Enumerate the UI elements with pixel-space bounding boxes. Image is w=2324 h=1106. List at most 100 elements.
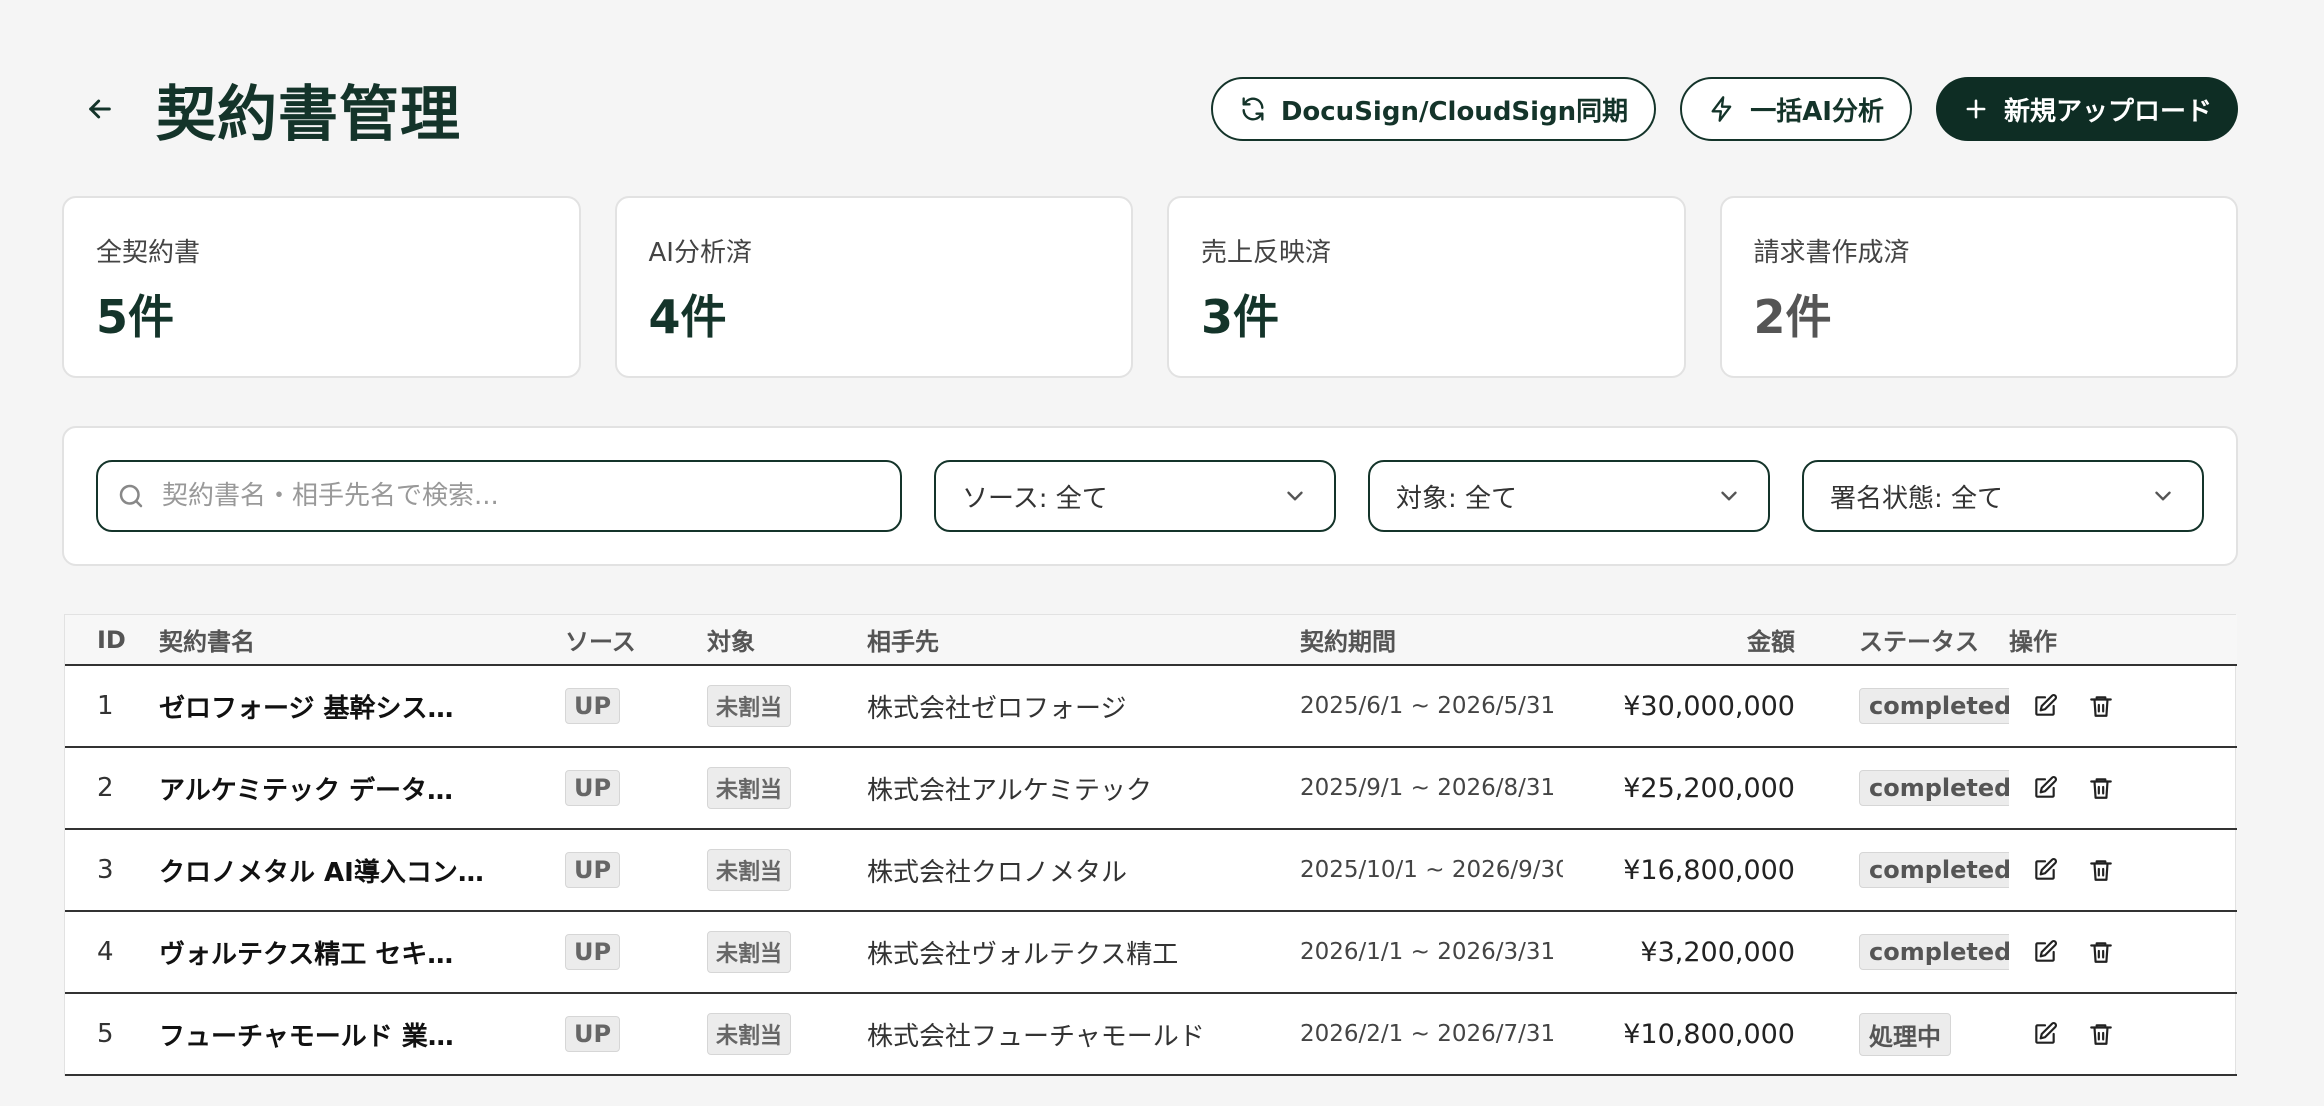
stat-label: 売上反映済 [1201, 238, 1332, 268]
signature-filter-select[interactable]: 署名状態: 全て [1802, 460, 2204, 532]
page-title: 契約書管理 [156, 79, 461, 150]
status-badge: completed [1859, 934, 2009, 970]
row-source: UP [565, 747, 707, 830]
stats-row: 全契約書 5件 AI分析済 4件 売上反映済 3件 請求書作成済 2件 [62, 196, 2238, 378]
column-header-id[interactable]: ID [65, 615, 159, 666]
edit-icon [2035, 940, 2057, 962]
target-filter-select[interactable]: 対象: 全て [1368, 460, 1770, 532]
row-status: 処理中 [1795, 993, 2009, 1076]
stat-value: 4件 [648, 290, 727, 344]
column-header-amount[interactable]: 金額 [1563, 615, 1795, 666]
source-badge: UP [565, 1016, 621, 1052]
row-id: 2 [65, 747, 159, 830]
plus-icon [1966, 99, 1986, 119]
back-button[interactable] [64, 73, 136, 145]
row-party: 株式会社ゼロフォージ [867, 665, 1300, 748]
row-contract-name[interactable]: フューチャモールド 業… [159, 993, 565, 1076]
column-header-source[interactable]: ソース [565, 615, 707, 666]
row-contract-name[interactable]: ゼロフォージ 基幹シス… [159, 665, 565, 748]
row-amount: ¥10,800,000 [1563, 993, 1795, 1076]
stat-label: 全契約書 [96, 238, 201, 268]
row-party: 株式会社クロノメタル [867, 829, 1300, 912]
edit-button[interactable] [2029, 1018, 2061, 1050]
source-badge: UP [565, 770, 621, 806]
sync-button[interactable]: DocuSign/CloudSign同期 [1210, 77, 1657, 141]
delete-button[interactable] [2085, 690, 2117, 722]
table-row[interactable]: 3 クロノメタル AI導入コン… UP 未割当 株式会社クロノメタル 2025/… [65, 829, 2237, 912]
column-header-period[interactable]: 契約期間 [1300, 615, 1563, 666]
row-status: completed [1795, 665, 2009, 748]
trash-icon [2090, 942, 2112, 963]
source-badge: UP [565, 934, 621, 970]
delete-button[interactable] [2085, 1018, 2117, 1050]
row-ops [2009, 829, 2237, 912]
stat-value: 2件 [1753, 290, 1832, 344]
contracts-table: ID 契約書名 ソース 対象 相手先 契約期間 金額 ステータス 操作 1 ゼロ… [64, 614, 2237, 1076]
table-row[interactable]: 2 アルケミテック データ… UP 未割当 株式会社アルケミテック 2025/9… [65, 747, 2237, 830]
sync-button-label: DocuSign/CloudSign同期 [1280, 96, 1629, 127]
delete-button[interactable] [2085, 772, 2117, 804]
edit-icon [2035, 776, 2057, 798]
row-ops [2009, 747, 2237, 830]
row-ops [2009, 665, 2237, 748]
search-input[interactable] [162, 481, 882, 511]
row-source: UP [565, 665, 707, 748]
row-target: 未割当 [707, 993, 867, 1076]
edit-button[interactable] [2029, 690, 2061, 722]
source-filter-select[interactable]: ソース: 全て [934, 460, 1336, 532]
row-contract-name[interactable]: クロノメタル AI導入コン… [159, 829, 565, 912]
edit-button[interactable] [2029, 854, 2061, 886]
refresh-icon [1242, 97, 1264, 121]
row-party: 株式会社フューチャモールド [867, 993, 1300, 1076]
chevron-down-icon [2155, 491, 2171, 501]
lightning-icon [1711, 96, 1732, 122]
new-upload-button[interactable]: 新規アップロード [1935, 77, 2238, 141]
delete-button[interactable] [2085, 854, 2117, 886]
edit-icon [2035, 1022, 2057, 1044]
edit-icon [2035, 694, 2057, 716]
bulk-ai-analysis-button[interactable]: 一括AI分析 [1680, 77, 1912, 141]
table-row[interactable]: 1 ゼロフォージ 基幹シス… UP 未割当 株式会社ゼロフォージ 2025/6/… [65, 665, 2237, 748]
source-filter-value: ソース: 全て [962, 483, 1108, 514]
row-contract-name[interactable]: アルケミテック データ… [159, 747, 565, 830]
row-target: 未割当 [707, 829, 867, 912]
target-filter-value: 対象: 全て [1396, 483, 1518, 514]
stat-value: 3件 [1201, 290, 1280, 344]
column-header-party[interactable]: 相手先 [867, 615, 1300, 666]
edit-button[interactable] [2029, 936, 2061, 968]
signature-filter-value: 署名状態: 全て [1830, 483, 2004, 514]
edit-button[interactable] [2029, 772, 2061, 804]
row-amount: ¥3,200,000 [1563, 911, 1795, 994]
row-party: 株式会社アルケミテック [867, 747, 1300, 830]
target-badge: 未割当 [707, 849, 792, 891]
status-badge: completed [1859, 770, 2009, 806]
row-source: UP [565, 911, 707, 994]
table-row[interactable]: 5 フューチャモールド 業… UP 未割当 株式会社フューチャモールド 2026… [65, 993, 2237, 1076]
stat-card-sales-reflected: 売上反映済 3件 [1167, 196, 1686, 378]
bulk-ai-analysis-label: 一括AI分析 [1750, 96, 1884, 127]
arrow-left-icon [89, 99, 111, 119]
row-status: completed [1795, 829, 2009, 912]
source-badge: UP [565, 688, 621, 724]
row-source: UP [565, 993, 707, 1076]
search-box [96, 460, 902, 532]
status-badge: 処理中 [1859, 1012, 1951, 1056]
delete-button[interactable] [2085, 936, 2117, 968]
row-ops [2009, 993, 2237, 1076]
row-contract-name[interactable]: ヴォルテクス精工 セキ… [159, 911, 565, 994]
column-header-name[interactable]: 契約書名 [159, 615, 565, 666]
row-status: completed [1795, 747, 2009, 830]
source-badge: UP [565, 852, 621, 888]
new-upload-label: 新規アップロード [2003, 96, 2212, 127]
row-amount: ¥30,000,000 [1563, 665, 1795, 748]
row-period: 2026/1/1 ~ 2026/3/31 [1300, 911, 1563, 994]
row-period: 2025/10/1 ~ 2026/9/30 [1300, 829, 1563, 912]
trash-icon [2090, 1024, 2112, 1045]
row-id: 4 [65, 911, 159, 994]
target-badge: 未割当 [707, 931, 792, 973]
trash-icon [2090, 778, 2112, 799]
row-amount: ¥16,800,000 [1563, 829, 1795, 912]
column-header-status[interactable]: ステータス [1795, 615, 2009, 666]
column-header-target[interactable]: 対象 [707, 615, 867, 666]
table-row[interactable]: 4 ヴォルテクス精工 セキ… UP 未割当 株式会社ヴォルテクス精工 2026/… [65, 911, 2237, 994]
